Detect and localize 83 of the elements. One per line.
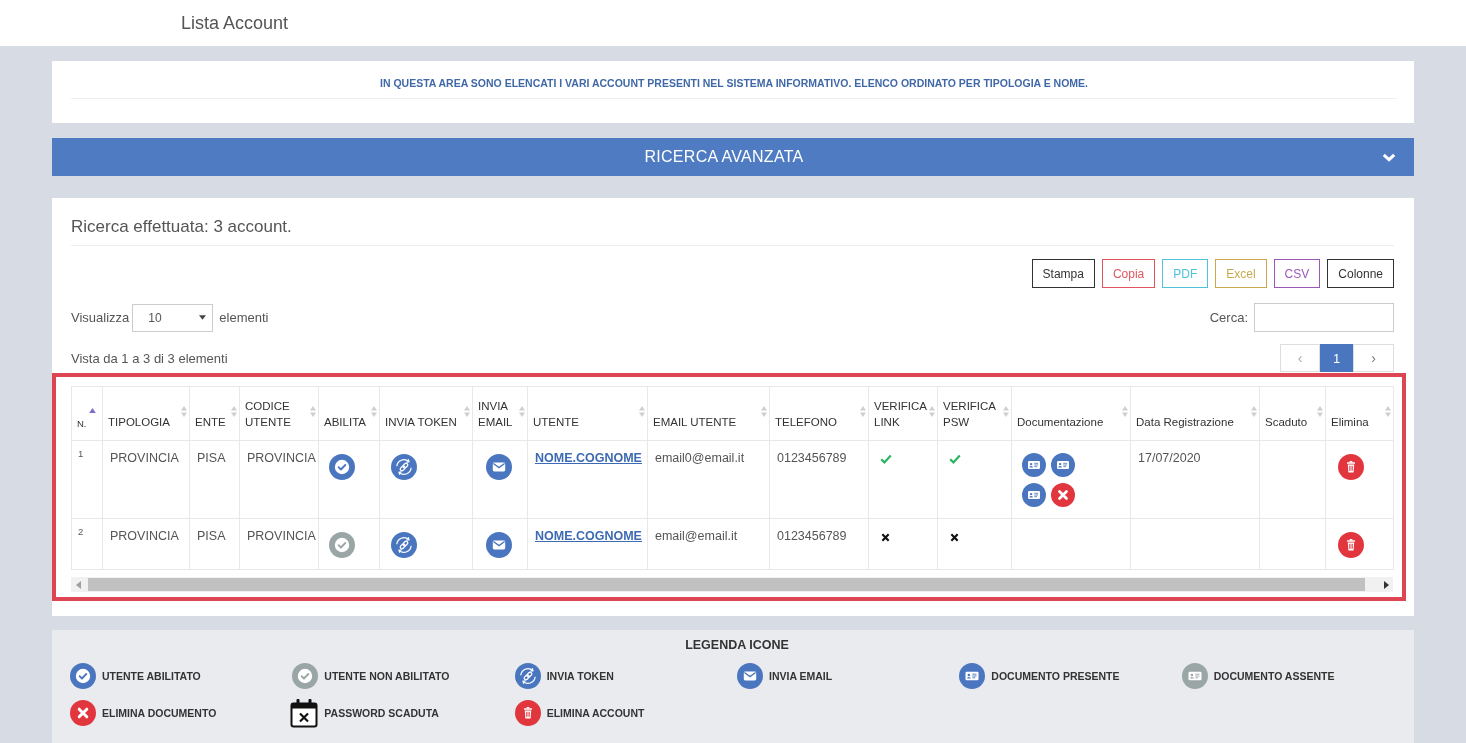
legend-label: DOCUMENTO ASSENTE [1213,670,1335,682]
page-button[interactable]: 1 [1320,344,1353,372]
column-header[interactable]: CODICE UTENTE [239,386,319,441]
column-header[interactable]: EMAIL UTENTE [647,386,770,441]
table-cell: PROVINCIA [102,518,190,570]
table-cell: 17/07/2020 [1130,440,1260,519]
row-number: 2 [71,518,103,570]
table-cell: email0@email.it [647,440,770,519]
triangle-right-icon[interactable] [1384,580,1389,589]
column-header[interactable]: ABILITA [318,386,380,441]
check-circle-icon[interactable] [329,454,355,480]
username-link[interactable]: NOME.COGNOME [535,529,642,543]
info-text: IN QUESTA AREA SONO ELENCATI I VARI ACCOUNT PRESENTI NEL SISTEMA INFORMATIVO. ELENCO ORDINATO PER TIPOLOGIA E NOME. [379,76,1089,91]
legend-label: UTENTE ABILITATO [102,670,201,682]
export-button[interactable]: Copia [1101,259,1156,288]
column-header[interactable]: VERIFICA PSW [937,386,1012,441]
trash-icon[interactable] [1338,532,1364,558]
export-button[interactable]: CSV [1273,259,1321,288]
show-label: Visualizza [71,310,130,325]
column-header[interactable]: INVIA EMAIL [472,386,528,441]
table-cell: PROVINCIA [102,440,190,519]
results-title: Ricerca effettuata: 3 account. [71,217,293,237]
x-circle-icon [70,700,96,726]
column-header[interactable]: ENTE [189,386,240,441]
legend-label: PASSWORD SCADUTA [324,707,439,719]
table-cell: PISA [189,518,240,570]
column-header[interactable]: TIPOLOGIA [102,386,190,441]
id-card-icon [959,663,986,689]
export-button[interactable]: Colonne [1327,259,1394,288]
id-card-icon[interactable] [1022,483,1046,507]
search-label: Cerca: [1209,310,1248,325]
check-circle-icon[interactable] [329,532,355,558]
legend-label: ELIMINA DOCUMENTO [102,707,217,719]
next-page-button[interactable]: › [1353,344,1394,372]
link-refresh-icon [514,663,541,689]
legend-label: UTENTE NON ABILITATO [324,670,450,682]
link-refresh-icon[interactable] [391,532,417,558]
trash-icon[interactable] [1338,454,1364,480]
page-title: Lista Account [181,12,289,34]
advanced-search-bar[interactable]: RICERCA AVANZATA [52,138,1414,176]
table-cell: PISA [189,440,240,519]
column-header[interactable]: Data Registrazione [1130,386,1260,441]
table-cell: 0123456789 [769,518,869,570]
table-cell: PROVINCIA [239,440,319,519]
column-header[interactable]: N. [71,386,103,441]
envelope-icon [737,663,763,689]
legend-label: ELIMINA ACCOUNT [546,707,645,719]
column-header[interactable]: Documentazione [1011,386,1131,441]
column-header[interactable]: INVIA TOKEN [379,386,473,441]
table-info-text: Vista da 1 a 3 di 3 elementi [71,350,228,366]
entries-label: elementi [219,310,269,325]
envelope-icon[interactable] [486,532,512,558]
legend-label: DOCUMENTO PRESENTE [991,670,1120,682]
id-card-icon[interactable] [1051,453,1075,477]
triangle-left-icon[interactable] [76,580,81,589]
column-header[interactable]: Elimina [1325,386,1394,441]
legend-label: INVIA EMAIL [769,670,833,682]
caret-icon [199,315,207,320]
check-circle-icon [70,663,96,689]
search-field[interactable] [1254,303,1394,332]
table-cell: email@email.it [647,518,770,570]
column-header[interactable]: Scaduto [1259,386,1326,441]
link-refresh-icon[interactable] [391,454,417,480]
trash-icon [514,700,541,726]
table-cell: 0123456789 [769,440,869,519]
legend-label: INVIA TOKEN [546,670,614,682]
column-header[interactable]: TELEFONO [769,386,869,441]
x-circle-icon[interactable] [1051,483,1075,507]
column-header[interactable]: UTENTE [527,386,648,441]
table-cell: PROVINCIA [239,518,319,570]
id-card-icon [1181,663,1208,689]
id-card-icon[interactable] [1022,453,1046,477]
column-header[interactable]: VERIFICA LINK [868,386,938,441]
chevron-down-icon [1382,152,1396,162]
row-number: 1 [71,440,103,519]
envelope-icon[interactable] [486,454,512,480]
export-button[interactable]: Stampa [1031,259,1095,288]
check-circle-icon [292,663,319,689]
username-link[interactable]: NOME.COGNOME [535,451,642,465]
page-length-select[interactable]: 10 [132,303,214,332]
calendar-x-icon [290,698,319,728]
scrollbar-thumb[interactable] [88,578,1365,591]
legend-title: LEGENDA ICONE [684,638,790,652]
